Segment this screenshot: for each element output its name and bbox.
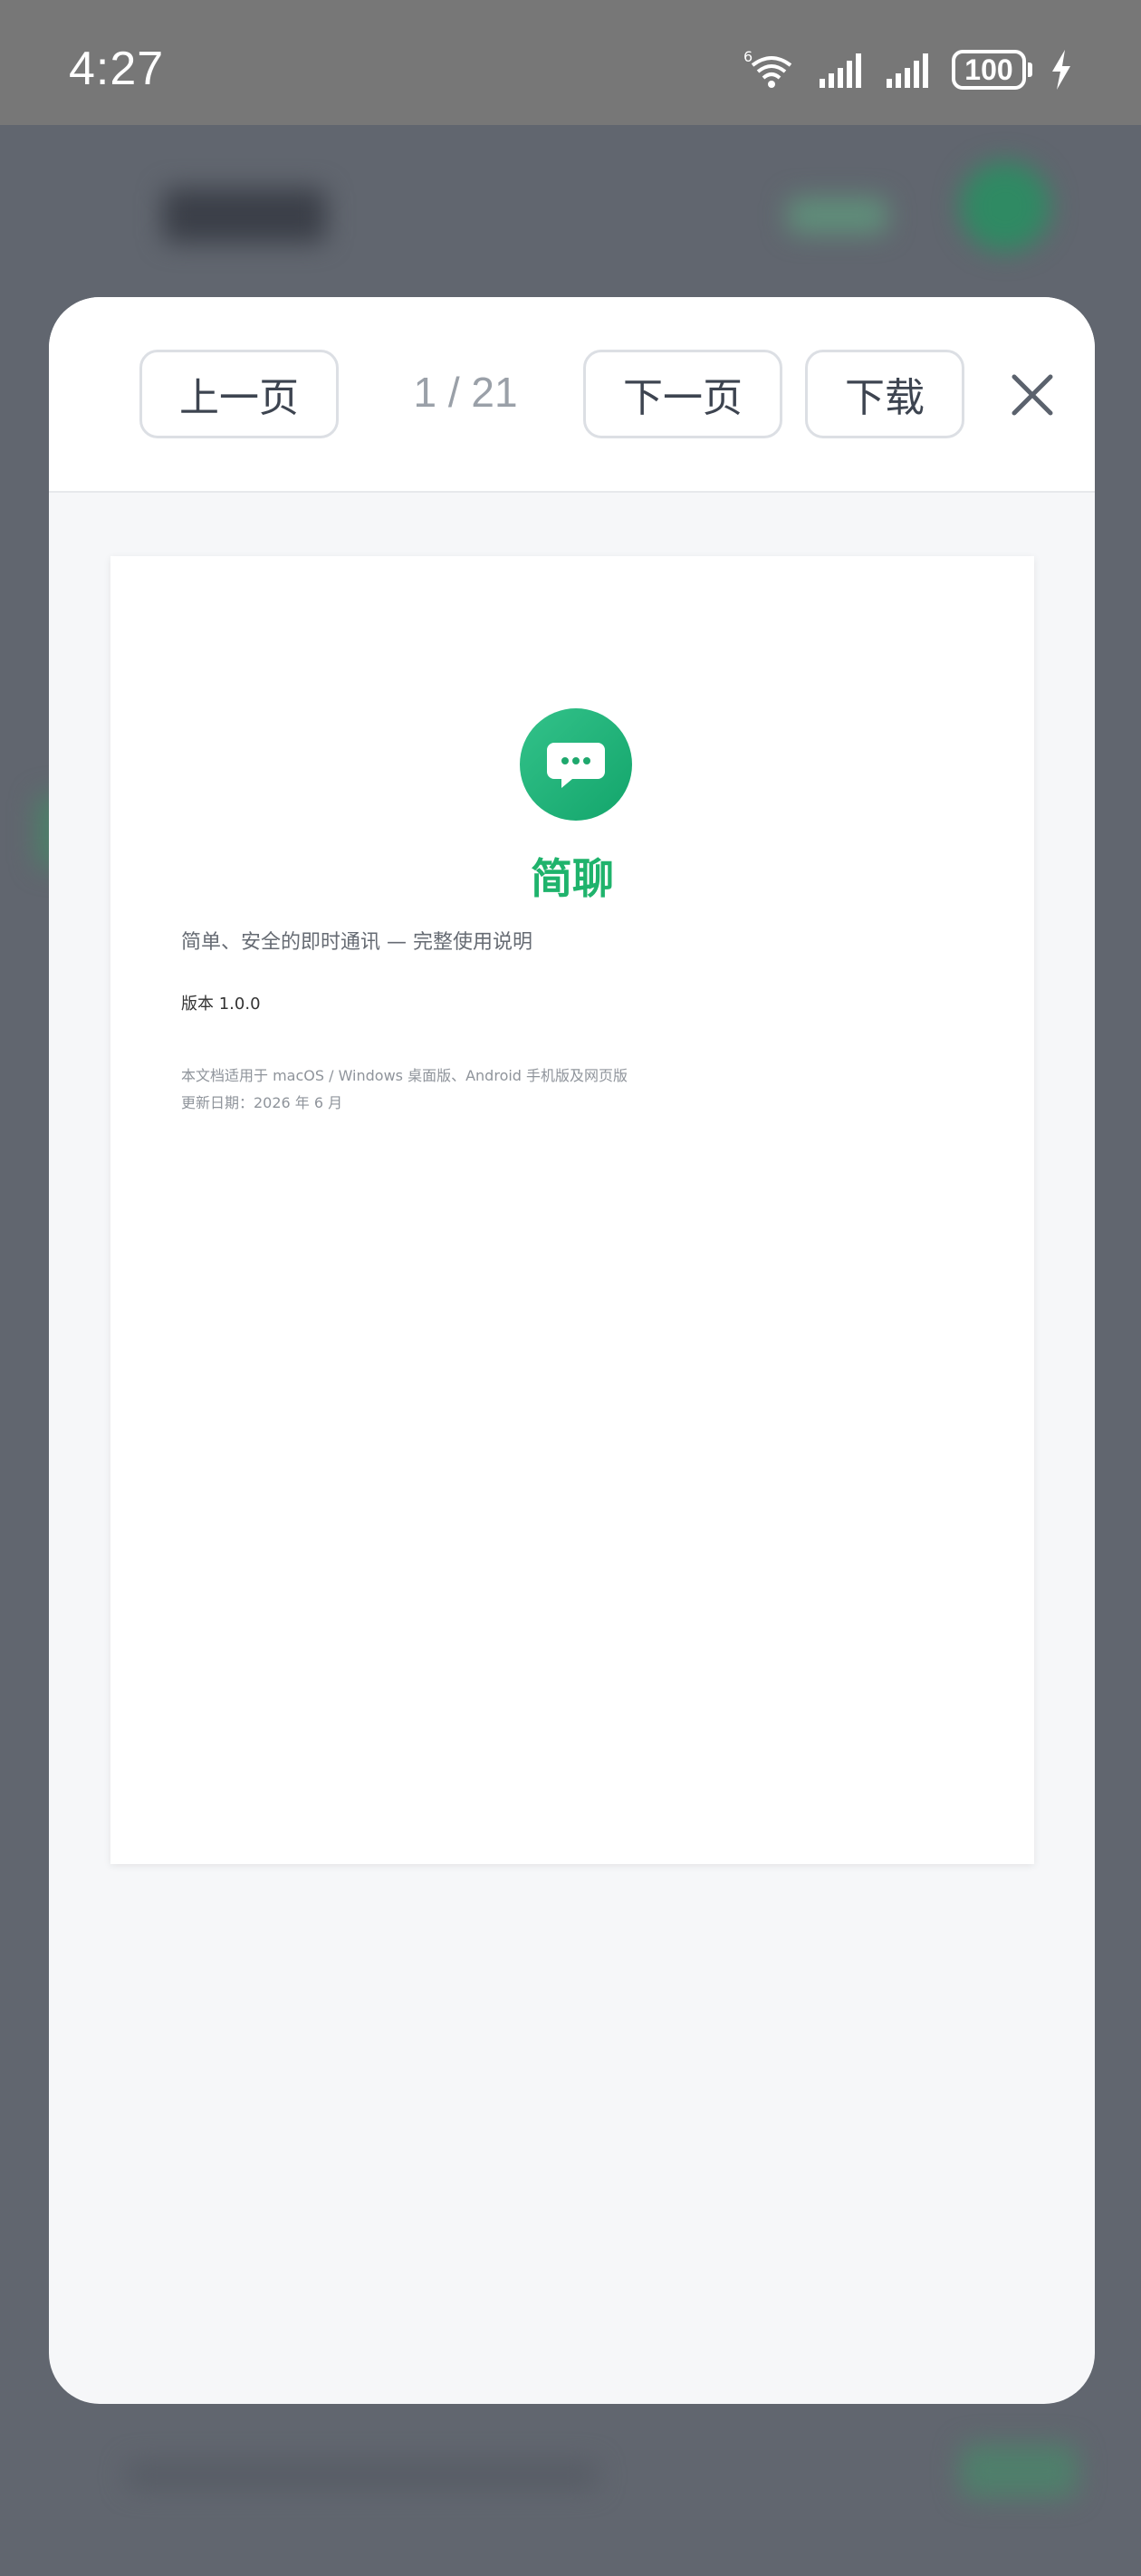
battery-level: 100 <box>952 50 1026 90</box>
document-version: 版本 1.0.0 <box>181 995 261 1014</box>
previous-page-button[interactable]: 上一页 <box>139 350 339 438</box>
document-title: 简聊 <box>531 854 614 903</box>
status-time: 4:27 <box>69 43 165 95</box>
viewer-toolbar: 上一页 1 / 21 下一页 下载 <box>49 297 1095 493</box>
status-bar: 4:27 6 100 <box>0 0 1141 125</box>
svg-text:6: 6 <box>743 49 753 65</box>
page-indicator: 1 / 21 <box>413 369 518 416</box>
chat-bubble-icon <box>547 743 605 788</box>
document-subtitle: 简单、安全的即时通讯 — 完整使用说明 <box>181 931 532 954</box>
wifi-icon: 6 <box>743 49 792 88</box>
close-icon[interactable] <box>1009 371 1056 418</box>
next-page-button[interactable]: 下一页 <box>583 350 782 438</box>
signal-icon <box>820 53 861 88</box>
document-applies-to: 本文档适用于 macOS / Windows 桌面版、Android 手机版及网… <box>181 1067 628 1084</box>
document-updated-date: 更新日期：2026 年 6 月 <box>181 1094 343 1111</box>
download-button[interactable]: 下载 <box>805 350 964 438</box>
signal-icon-2 <box>887 53 928 88</box>
battery-indicator: 100 <box>952 50 1032 90</box>
charging-icon <box>1052 50 1070 90</box>
document-page: 简聊 简单、安全的即时通讯 — 完整使用说明 版本 1.0.0 本文档适用于 m… <box>110 556 1034 1864</box>
app-logo <box>520 708 632 821</box>
pdf-viewer-modal: 上一页 1 / 21 下一页 下载 简聊 简单、安全的即时通讯 — 完整使用说明… <box>49 297 1095 2404</box>
status-icons: 6 100 <box>743 49 1072 91</box>
